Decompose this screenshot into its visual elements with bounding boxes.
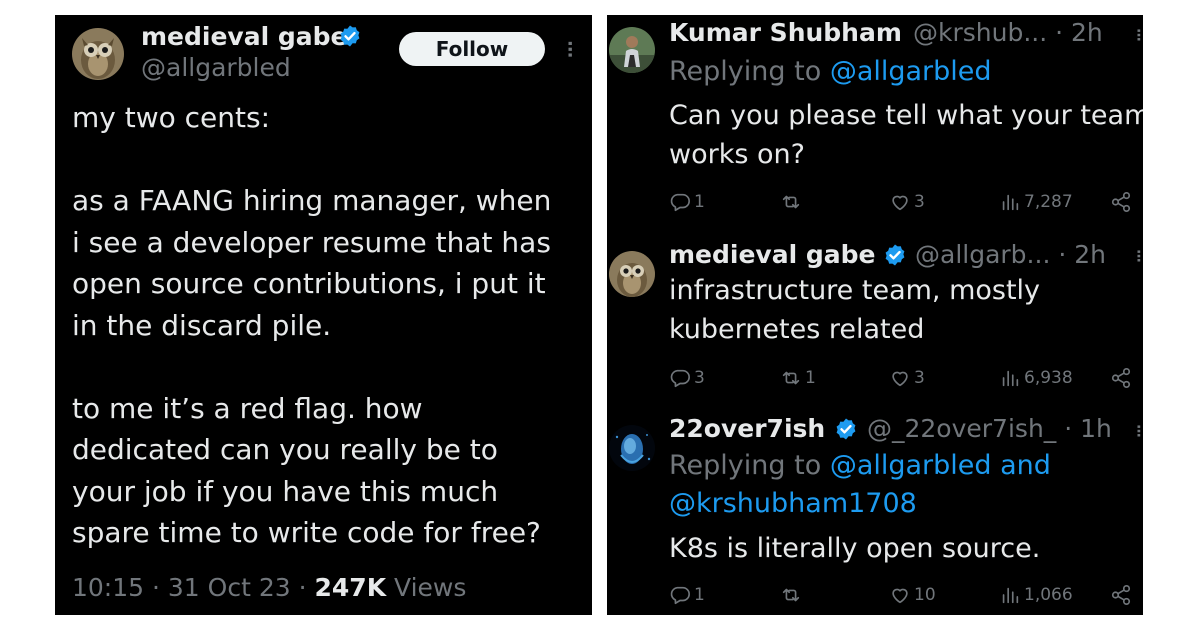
more-options-icon[interactable]: ··· — [559, 40, 580, 58]
like-count: 3 — [914, 192, 925, 212]
comment-icon — [670, 369, 690, 388]
reply-avatar[interactable] — [609, 27, 655, 73]
analytics-icon — [1002, 194, 1019, 211]
reply-line: works on? — [669, 139, 805, 170]
comment-icon — [670, 586, 690, 605]
tweet-line: my two cents: — [72, 101, 271, 134]
replying-to-line-2: @krshubham1708 — [669, 485, 917, 523]
analytics-icon — [1002, 370, 1019, 387]
reply-line: infrastructure team, mostly — [669, 275, 1041, 306]
reply-avatar[interactable] — [609, 425, 655, 471]
replies-card: Kumar Shubham @krshub... · 2h ··· Replyi… — [607, 15, 1143, 615]
owl-avatar-icon — [72, 28, 124, 80]
author-name[interactable]: medieval gabe — [141, 22, 347, 51]
ai-head-avatar-icon — [609, 425, 655, 471]
reply-count: 1 — [694, 585, 705, 605]
tweet-meta: 10:15 · 31 Oct 23 · 247K Views — [72, 573, 466, 602]
tweet-line: open source contributions, i put it — [72, 267, 546, 300]
tweet-time[interactable]: 10:15 — [72, 573, 144, 602]
retweet-icon — [782, 195, 800, 209]
more-options-icon[interactable]: ··· — [1129, 249, 1143, 262]
tweet-line: in the discard pile. — [72, 308, 332, 342]
reply-handle-time[interactable]: @krshub... · 2h — [913, 18, 1103, 47]
reply-author-name[interactable]: medieval gabe — [669, 240, 875, 269]
reply-line: kubernetes related — [669, 314, 925, 345]
mention-link[interactable]: @allgarbled — [830, 56, 992, 87]
heart-icon — [892, 371, 908, 387]
heart-icon — [892, 588, 908, 604]
views-count: 6,938 — [1024, 368, 1073, 388]
author-handle[interactable]: @allgarbled — [141, 53, 291, 82]
views-count[interactable]: 247K — [315, 573, 387, 602]
replying-to-line: Replying to @allgarbled and — [669, 447, 1051, 485]
replying-to-line: Replying to @allgarbled — [669, 53, 992, 91]
share-icon[interactable] — [1110, 367, 1132, 389]
analytics-icon — [1002, 587, 1019, 604]
views-count: 1,066 — [1024, 585, 1073, 605]
tweet-date[interactable]: 31 Oct 23 — [168, 573, 291, 602]
verified-badge-icon — [883, 243, 907, 267]
reply-action[interactable]: 3 — [669, 367, 705, 389]
views-action[interactable]: 1,066 — [999, 584, 1073, 606]
retweet-count: 1 — [805, 368, 816, 388]
tweet-line: dedicated can you really be to — [72, 433, 498, 466]
heart-icon — [892, 195, 908, 211]
reply-line: K8s is literally open source. — [669, 533, 1041, 564]
verified-badge-icon — [338, 24, 362, 48]
tweet-line: to me it’s a red flag. how — [72, 391, 423, 425]
reply-count: 3 — [694, 368, 705, 388]
tweet-body: my two cents: as a FAANG hiring manager,… — [72, 97, 587, 554]
reply-line: Can you please tell what your team — [669, 100, 1143, 131]
comment-icon — [670, 193, 690, 212]
views-count: 7,287 — [1024, 192, 1073, 212]
main-tweet-card: medieval gabe @allgarbled Follow ··· my … — [55, 15, 592, 615]
like-action[interactable]: 10 — [889, 584, 936, 606]
reply-body: K8s is literally open source. — [669, 529, 1040, 568]
tweet-line — [72, 346, 587, 388]
tweet-line: as a FAANG hiring manager, when — [72, 184, 552, 217]
reply-body: infrastructure team, mostly kubernetes r… — [669, 271, 1040, 349]
verified-badge-icon — [834, 417, 858, 441]
author-avatar[interactable] — [72, 28, 124, 80]
reply-author-name[interactable]: Kumar Shubham — [669, 18, 902, 47]
retweet-icon — [782, 371, 800, 385]
views-action[interactable]: 7,287 — [999, 191, 1073, 213]
more-options-icon[interactable]: ··· — [1129, 28, 1143, 41]
mention-link[interactable]: @allgarbled and — [830, 450, 1051, 481]
more-options-icon[interactable]: ··· — [1129, 424, 1143, 437]
person-avatar-icon — [609, 27, 655, 73]
reply-handle-time[interactable]: @allgarb... · 2h — [915, 240, 1106, 269]
reply-body: Can you please tell what your team works… — [669, 96, 1143, 174]
reply-avatar[interactable] — [609, 251, 655, 297]
tweet-line — [72, 139, 587, 181]
owl-avatar-icon — [609, 251, 655, 297]
replying-to-prefix: Replying to — [669, 56, 822, 87]
retweet-action[interactable]: 1 — [780, 367, 816, 389]
follow-button[interactable]: Follow — [399, 32, 545, 66]
separator: · — [152, 573, 160, 602]
reply-action[interactable]: 1 — [669, 584, 705, 606]
views-label: Views — [394, 573, 467, 602]
retweet-icon — [782, 588, 800, 602]
share-icon[interactable] — [1110, 584, 1132, 606]
retweet-action[interactable] — [780, 191, 805, 213]
like-count: 10 — [914, 585, 936, 605]
reply-count: 1 — [694, 192, 705, 212]
tweet-line: i see a developer resume that has — [72, 225, 551, 259]
tweet-line: spare time to write code for free? — [72, 516, 541, 549]
mention-link[interactable]: @krshubham1708 — [669, 488, 917, 519]
share-icon[interactable] — [1110, 191, 1132, 213]
like-action[interactable]: 3 — [889, 191, 925, 213]
separator: · — [298, 573, 307, 602]
tweet-line: your job if you have this much — [72, 474, 499, 508]
reply-handle-time[interactable]: @_22over7ish_ · 1h — [867, 414, 1112, 443]
replying-to-prefix: Replying to — [669, 450, 822, 481]
views-action[interactable]: 6,938 — [999, 367, 1073, 389]
reply-author-name[interactable]: 22over7ish — [669, 414, 825, 443]
retweet-action[interactable] — [780, 584, 805, 606]
like-action[interactable]: 3 — [889, 367, 925, 389]
reply-action[interactable]: 1 — [669, 191, 705, 213]
like-count: 3 — [914, 368, 925, 388]
